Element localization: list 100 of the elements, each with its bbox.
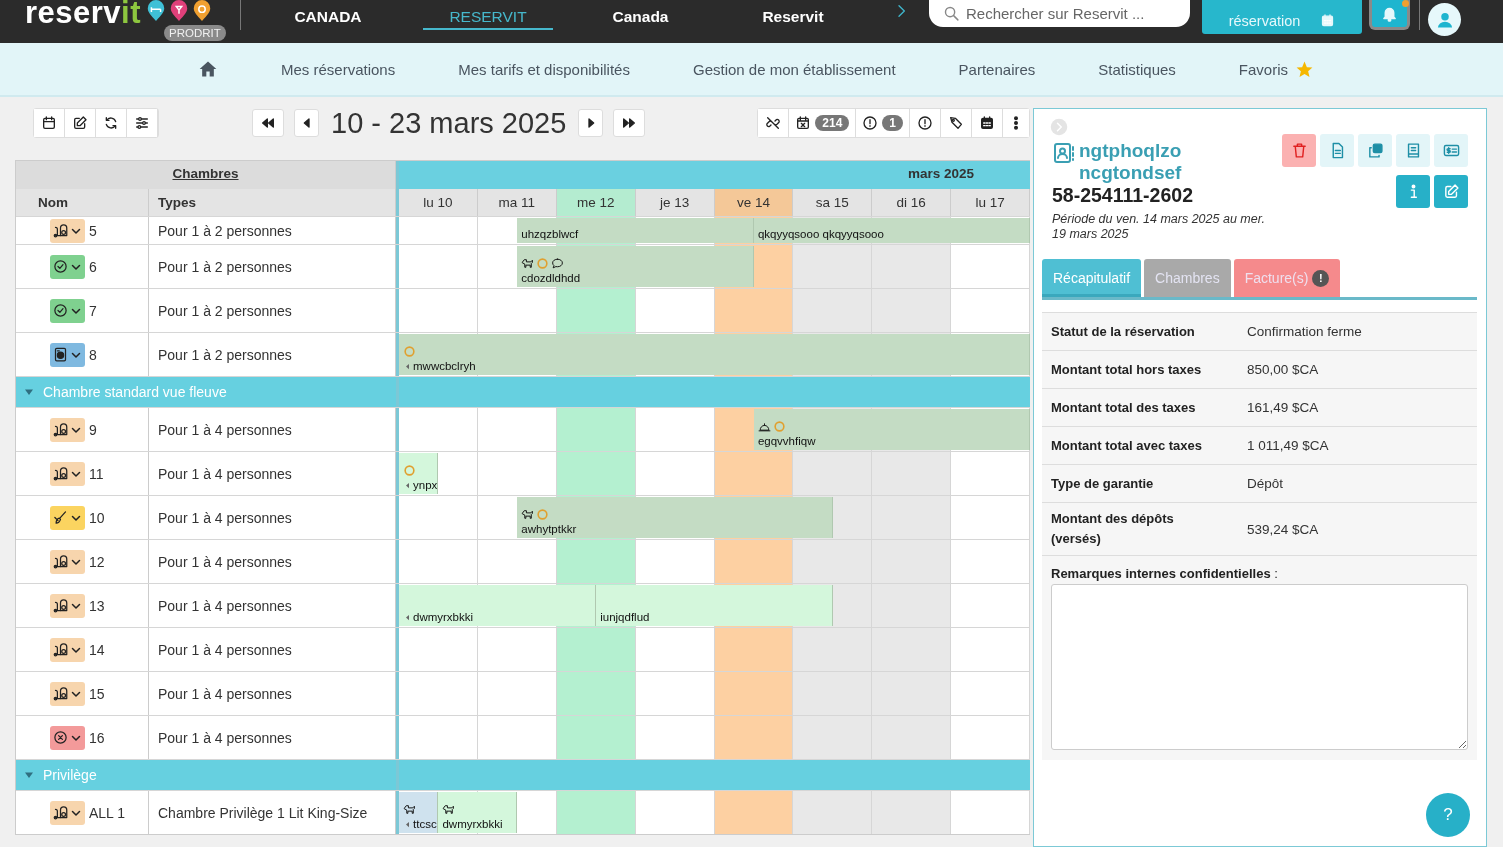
menu-link[interactable]: Mes tarifs et disponibilités (458, 60, 630, 78)
calendar-icon (1320, 13, 1336, 28)
booking-bar[interactable]: cdozdldhdd (517, 246, 754, 287)
menu-link[interactable]: Gestion de mon établissement (692, 60, 896, 78)
room-status-dropdown[interactable] (50, 254, 85, 279)
field-value: Confirmation ferme (1247, 324, 1362, 339)
booking-name: dwmyrxbkki (413, 611, 474, 623)
booking-bar[interactable]: dwmyrxbkki (438, 792, 518, 833)
room-status-dropdown[interactable] (50, 637, 85, 662)
booking-bar[interactable]: egqvvhfiqw (753, 409, 1030, 450)
booking-bar[interactable]: uhzqzblwcf (517, 218, 754, 243)
vacuum-icon (53, 686, 68, 701)
room-number: 10 (89, 509, 105, 526)
home-icon[interactable] (198, 59, 218, 79)
month-header: mars 2025 (396, 161, 1030, 189)
invoice-button[interactable] (1434, 134, 1468, 167)
user-avatar[interactable] (1428, 3, 1461, 36)
field-value: 161,49 $CA (1247, 400, 1319, 415)
room-type: Pour 1 à 4 personnes (149, 584, 396, 627)
booking-bar[interactable]: dwmyrxbkki (399, 585, 597, 626)
double-left-arrow-icon (260, 115, 276, 131)
notifications-button[interactable] (1369, 0, 1410, 30)
unlink-button[interactable] (758, 109, 790, 137)
room-type: Pour 1 à 4 personnes (149, 408, 396, 451)
contact-card-icon (1052, 141, 1076, 165)
day-header: ma 11 (477, 189, 557, 216)
room-number: ALL 1 (89, 804, 126, 821)
booking-name: cdozdldhdd (521, 272, 581, 284)
next-button[interactable] (578, 109, 604, 137)
circle-icon (536, 508, 550, 521)
vacuum-icon (53, 805, 68, 820)
calendar-button[interactable] (34, 109, 65, 137)
room-number: 9 (89, 421, 97, 438)
booking-name: awhytptkkr (521, 523, 577, 535)
room-number: 15 (89, 685, 105, 702)
room-number: 12 (89, 553, 105, 570)
room-status-dropdown[interactable] (50, 800, 85, 825)
booking-bar[interactable]: ynpx (399, 453, 439, 494)
calendar-icon (41, 115, 57, 131)
booking-bar[interactable]: mwwcbclryh (399, 334, 1030, 375)
previous-button[interactable] (294, 109, 319, 137)
vacuum-icon (53, 598, 68, 613)
search-field[interactable]: Rechercher sur Reservit ... (929, 0, 1190, 27)
room-type: Pour 1 à 2 personnes (149, 245, 396, 288)
x-circle-icon (53, 730, 68, 745)
field-label: Montant total avec taxes (1051, 436, 1203, 455)
room-type: Pour 1 à 4 personnes (149, 672, 396, 715)
field-value: Dépôt (1247, 476, 1284, 491)
nav-tab[interactable]: Reservit (713, 0, 873, 30)
room-status-dropdown[interactable] (50, 593, 85, 618)
room-number: 11 (89, 465, 104, 482)
booking-name: ttcsc (413, 818, 437, 830)
room-status-dropdown[interactable] (50, 725, 85, 750)
book-button[interactable] (1396, 134, 1430, 167)
first-page-button[interactable] (252, 109, 284, 137)
day-header: lu 17 (951, 189, 1030, 216)
vacuum-icon (53, 223, 68, 238)
section-header[interactable]: Chambres (16, 161, 396, 189)
duplicate-button[interactable] (1358, 134, 1392, 167)
delete-button[interactable] (1282, 134, 1316, 167)
booking-name: egqvvhfiqw (757, 435, 816, 447)
room-status-dropdown[interactable] (50, 505, 85, 530)
document-button[interactable] (1320, 134, 1354, 167)
room-status-dropdown[interactable] (50, 218, 85, 243)
room-status-dropdown[interactable] (50, 342, 85, 367)
room-type: Pour 1 à 4 personnes (149, 540, 396, 583)
room-type: Chambre Privilège 1 Lit King-Size (149, 791, 396, 834)
nav-tab[interactable]: RESERVIT (423, 0, 553, 30)
nav-tab[interactable]: Canada (568, 0, 713, 30)
dog-icon (521, 508, 535, 521)
booking-bar[interactable]: ttcsc (399, 792, 439, 833)
room-status-dropdown[interactable] (50, 681, 85, 706)
nav-tab[interactable]: CANADA (248, 0, 408, 30)
group-label: Chambre standard vue fleuve (43, 384, 227, 400)
vacuum-icon (53, 466, 68, 481)
environment-badge: PRODRIT (164, 25, 226, 41)
last-page-button[interactable] (613, 109, 646, 137)
room-status-dropdown[interactable] (50, 298, 85, 323)
room-type: Pour 1 à 4 personnes (149, 496, 396, 539)
day-header: sa 15 (793, 189, 873, 216)
vacuum-icon (53, 422, 68, 437)
room-status-dropdown[interactable] (50, 549, 85, 574)
tab[interactable]: Facture(s) ! (1233, 259, 1341, 297)
room-status-dropdown[interactable] (50, 461, 85, 486)
menu-link[interactable]: Statistiques (1098, 60, 1176, 78)
period-title: 10 - 23 mars 2025 (331, 106, 567, 140)
menu-link[interactable]: Favoris (1238, 60, 1289, 78)
room-number: 7 (89, 302, 97, 319)
menu-link[interactable]: Partenaires (958, 60, 1036, 78)
group-label: Privilège (43, 767, 97, 783)
booking-bar[interactable]: iunjqdflud (596, 585, 833, 626)
notes-field[interactable] (1051, 584, 1468, 750)
field-value: 539,24 $CA (1247, 521, 1319, 537)
menu-link[interactable]: Mes réservations (281, 60, 396, 78)
booking-bar[interactable]: qkqyyqsooo qkqyyqsooo (753, 218, 1030, 243)
room-status-dropdown[interactable] (50, 417, 85, 442)
room-type: Pour 1 à 4 personnes (149, 628, 396, 671)
check-circle-icon (53, 259, 68, 274)
copy-icon (1366, 142, 1384, 159)
booking-bar[interactable]: awhytptkkr (517, 497, 833, 538)
